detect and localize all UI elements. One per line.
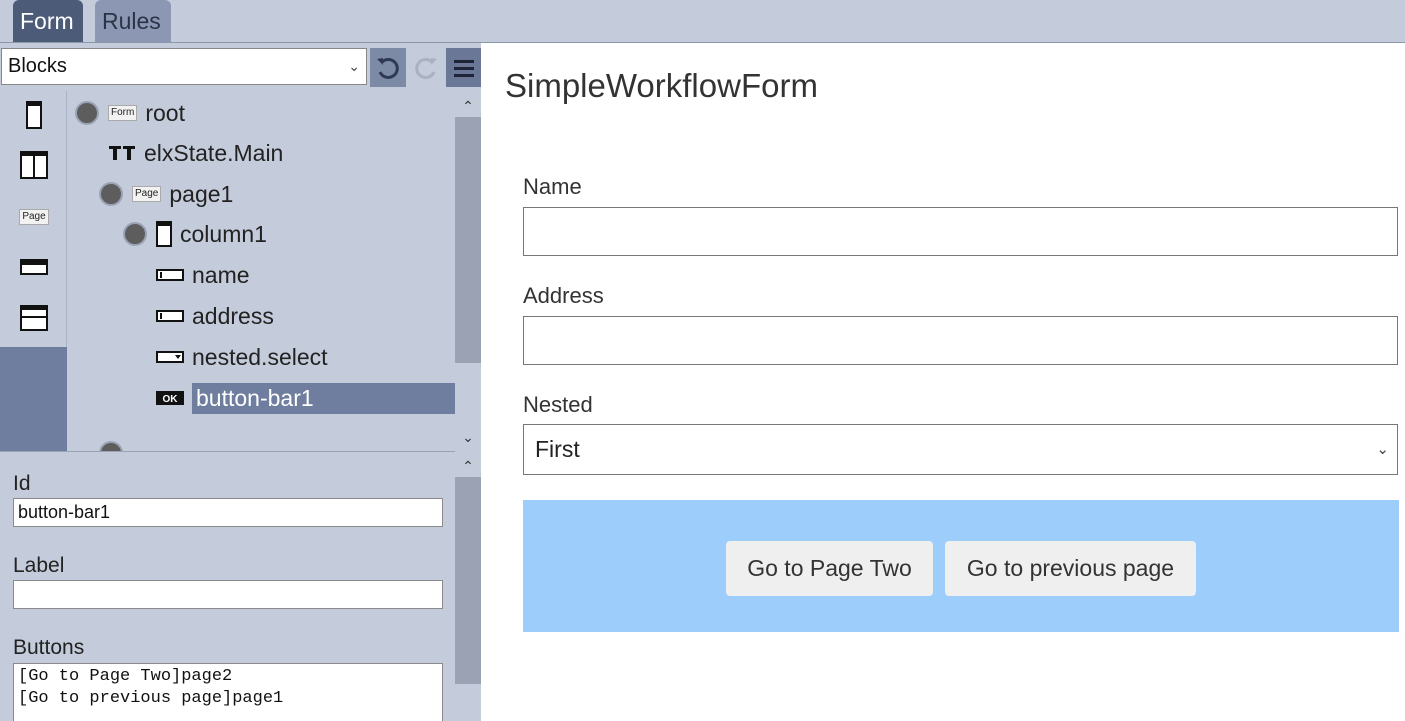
form-preview: SimpleWorkflowForm Name Address Nested F… <box>481 43 1405 721</box>
scroll-up-icon[interactable]: ⌃ <box>455 455 481 477</box>
block-type-select-value: Blocks <box>8 55 67 77</box>
text-field-icon <box>156 269 184 281</box>
ok-button-icon: OK <box>156 391 184 405</box>
svg-text:OK: OK <box>163 394 179 405</box>
properties-panel: Id Label Buttons [Go to Page Two]page2 [… <box>0 451 455 721</box>
button-bar: Go to Page Two Go to previous page <box>523 500 1399 632</box>
properties-scrollbar-thumb[interactable] <box>455 477 481 684</box>
address-input[interactable] <box>523 316 1398 365</box>
collapse-toggle-icon[interactable] <box>99 182 123 206</box>
tree-node-label: column1 <box>180 220 267 247</box>
chevron-down-icon: ⌄ <box>1376 441 1389 458</box>
tree-node-label: elxState.Main <box>144 139 284 166</box>
label-field[interactable] <box>13 580 443 609</box>
go-to-previous-page-button[interactable]: Go to previous page <box>945 541 1196 596</box>
tab-bar: Form Rules <box>0 0 1405 43</box>
tree-node-elxstate[interactable]: elxState.Main <box>108 136 283 170</box>
tree-node-column1[interactable]: column1 <box>123 217 267 251</box>
tab-rules[interactable]: Rules <box>95 0 171 42</box>
undo-button[interactable] <box>370 48 406 87</box>
undo-icon <box>377 57 399 79</box>
palette-column-item[interactable] <box>20 100 48 130</box>
tree-node-page2-partial[interactable] <box>99 436 132 451</box>
properties-scrollbar[interactable]: ⌃ <box>455 451 481 721</box>
tree-node-label: address <box>192 302 274 329</box>
tree-node-address[interactable]: address <box>156 299 274 333</box>
label-label: Label <box>13 554 65 577</box>
tree-node-label: page1 <box>169 180 234 207</box>
block-tree: Form root elxState.Main Page page1 colum… <box>67 91 455 451</box>
palette-page-item[interactable]: Page <box>19 202 49 232</box>
tree-node-name[interactable]: name <box>156 258 250 292</box>
nested-label: Nested <box>523 392 593 417</box>
column-icon <box>156 221 172 247</box>
collapse-toggle-icon[interactable] <box>75 101 99 125</box>
id-label: Id <box>13 472 31 495</box>
name-input[interactable] <box>523 207 1398 256</box>
name-label: Name <box>523 174 582 199</box>
collapse-toggle-icon[interactable] <box>99 441 123 451</box>
go-to-page-two-button[interactable]: Go to Page Two <box>726 541 933 596</box>
tree-node-label: nested.select <box>192 343 328 370</box>
nested-select-value: First <box>535 436 580 462</box>
tree-node-page1[interactable]: Page page1 <box>99 177 233 211</box>
state-icon <box>108 144 136 162</box>
scroll-down-icon[interactable]: ⌄ <box>455 426 481 448</box>
tree-node-label-selected: button-bar1 <box>192 382 455 414</box>
id-field[interactable] <box>13 498 443 527</box>
buttons-label: Buttons <box>13 636 85 659</box>
buttons-textarea[interactable]: [Go to Page Two]page2 [Go to previous pa… <box>13 663 443 721</box>
scroll-up-icon[interactable]: ⌃ <box>455 95 481 117</box>
chevron-down-icon: ⌄ <box>348 58 360 74</box>
tree-node-nested-select[interactable]: nested.select <box>156 340 328 374</box>
text-field-icon <box>156 310 184 322</box>
nested-select[interactable]: First ⌄ <box>523 424 1398 475</box>
collapse-toggle-icon[interactable] <box>123 222 147 246</box>
tree-node-button-bar1[interactable]: OK button-bar1 <box>156 381 455 415</box>
page-badge-icon: Page <box>132 186 162 202</box>
tree-scrollbar-thumb[interactable] <box>455 117 481 363</box>
redo-icon <box>415 57 437 79</box>
tree-node-label: name <box>192 261 250 288</box>
editor-toolbar: Blocks ⌄ <box>0 43 482 91</box>
hamburger-menu-icon <box>454 59 474 77</box>
column-icon <box>26 101 42 129</box>
tree-node-label: root <box>145 99 185 126</box>
palette-header-row-item[interactable] <box>20 303 48 333</box>
form-title: SimpleWorkflowForm <box>505 67 818 104</box>
address-label: Address <box>523 283 604 308</box>
field-bar-icon <box>20 259 48 275</box>
two-columns-icon <box>20 151 48 179</box>
block-type-select[interactable]: Blocks ⌄ <box>1 48 367 85</box>
tab-form[interactable]: Form <box>13 0 83 42</box>
tree-scrollbar[interactable]: ⌃ ⌄ <box>455 91 481 451</box>
tree-node-root[interactable]: Form root <box>75 96 185 130</box>
dropdown-field-icon <box>156 351 184 363</box>
menu-button[interactable] <box>446 48 482 87</box>
redo-button[interactable] <box>408 48 444 87</box>
block-palette: Page <box>0 91 67 451</box>
palette-two-columns-item[interactable] <box>20 150 48 180</box>
form-badge-icon: Form <box>108 105 138 121</box>
header-row-icon <box>20 305 48 331</box>
palette-field-bar-item[interactable] <box>20 252 48 282</box>
editor-panel: Blocks ⌄ Page Form root elxState.Main Pa… <box>0 43 482 721</box>
palette-items: Page <box>0 91 67 347</box>
page-icon: Page <box>19 209 49 225</box>
